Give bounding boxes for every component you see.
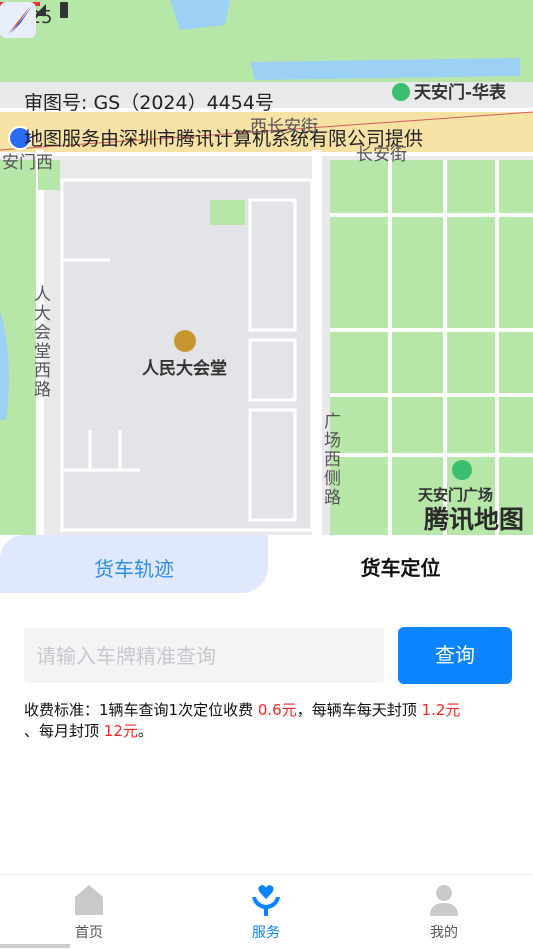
nav-home[interactable]: 首页 — [39, 875, 139, 949]
fee-per-query: 0.6元 — [257, 701, 297, 719]
fee-suffix: 。 — [137, 722, 153, 740]
fee-sep: 、每月封顶 — [24, 722, 104, 740]
map-view[interactable]: 4:25 审图号: GS（2024）4454号 地图服务由深圳市腾讯计算机系统有… — [0, 0, 533, 540]
road-square-west-side: 广场西侧路 — [320, 412, 340, 507]
landmark-icon — [174, 330, 196, 352]
fee-monthly-cap: 12元 — [103, 722, 138, 740]
fee-daily-cap: 1.2元 — [421, 701, 461, 719]
road-chang-an-jie: 长安街 — [356, 145, 407, 165]
nav-profile-label: 我的 — [430, 925, 458, 941]
home-icon — [75, 885, 103, 915]
fee-mid: ，每辆车每天封顶 — [296, 701, 422, 719]
road-great-hall-west: 人大会堂西路 — [30, 285, 50, 399]
tencent-map-logo — [0, 2, 36, 38]
nav-service[interactable]: 服务 — [216, 875, 316, 949]
tencent-map-logo-text: 腾讯地图 — [424, 505, 525, 534]
poi-tiananmen-west: 安门西 — [2, 153, 53, 173]
poi-great-hall[interactable]: 人民大会堂 — [142, 354, 227, 379]
query-button[interactable]: 查询 — [398, 627, 512, 684]
poi-tiananmen-huabiao[interactable]: 天安门-华表 — [392, 78, 506, 103]
system-home-indicator[interactable] — [0, 944, 70, 948]
nav-service-label: 服务 — [252, 925, 280, 941]
service-icon — [252, 885, 280, 916]
plate-search-input[interactable] — [24, 628, 384, 683]
fee-standard: 收费标准：1辆车查询1次定位收费 0.6元，每辆车每天封顶 1.2元 、每月封顶 … — [24, 700, 519, 742]
profile-icon — [430, 885, 458, 916]
camera-poi-icon — [452, 460, 472, 480]
nav-profile[interactable]: 我的 — [394, 875, 494, 949]
poi-label: 天安门-华表 — [414, 83, 507, 103]
map-approval-number: 审图号: GS（2024）4454号 — [24, 92, 274, 114]
camera-poi-icon — [392, 83, 410, 101]
tab-truck-location-label[interactable]: 货车定位 — [268, 552, 533, 581]
road-xichang-an-jie: 西长安街 — [250, 117, 318, 137]
tab-truck-track-label[interactable]: 货车轨迹 — [0, 553, 268, 582]
fee-prefix: 收费标准：1辆车查询1次定位收费 — [24, 701, 258, 719]
bottom-nav: 首页 服务 我的 — [0, 874, 533, 949]
nav-home-label: 首页 — [75, 925, 103, 941]
